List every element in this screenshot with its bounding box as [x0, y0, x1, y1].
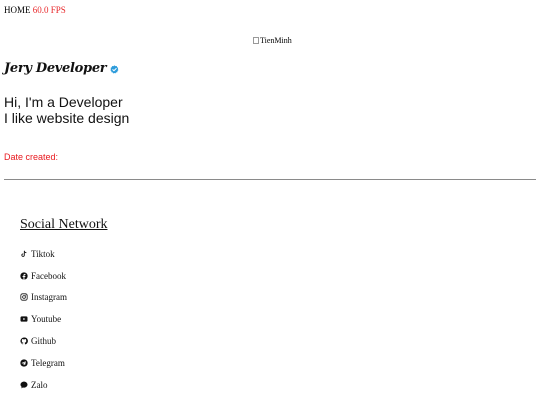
social-label: Instagram — [31, 292, 67, 303]
intro-text: Hi, I'm a Developer I like website desig… — [4, 94, 129, 126]
top-nav: HOME 60.0 FPS — [4, 5, 66, 16]
social-link-zalo[interactable]: Zalo — [20, 374, 67, 396]
social-label: Telegram — [31, 357, 65, 368]
verified-badge-icon — [110, 64, 119, 73]
social-label: Facebook — [31, 270, 66, 281]
social-link-telegram[interactable]: Telegram — [20, 352, 67, 374]
social-label: Youtube — [31, 314, 62, 325]
section-divider — [4, 179, 536, 180]
social-link-github[interactable]: Github — [20, 330, 67, 352]
social-network-title: Social Network — [20, 217, 108, 232]
telegram-icon — [20, 359, 28, 367]
date-created-label: Date created: — [4, 152, 59, 162]
social-link-facebook[interactable]: Facebook — [20, 265, 67, 287]
instagram-icon — [20, 293, 28, 302]
social-link-instagram[interactable]: Instagram — [20, 287, 67, 309]
tiktok-icon — [21, 250, 27, 257]
banner-image: TienMinh — [253, 36, 292, 46]
intro-line-1: Hi, I'm a Developer — [4, 94, 123, 110]
intro-line-2: I like website design — [4, 110, 130, 126]
youtube-icon — [20, 316, 28, 322]
social-link-youtube[interactable]: Youtube — [20, 308, 67, 330]
profile-name: Jery Developer — [4, 61, 107, 76]
home-link[interactable]: HOME — [4, 5, 31, 15]
social-label: Zalo — [31, 379, 48, 390]
facebook-icon — [20, 272, 28, 280]
banner-alt-text: TienMinh — [260, 36, 292, 45]
profile-header: Jery Developer — [4, 60, 119, 78]
social-network-list: Tiktok Facebook Instagram Youtube Github — [20, 243, 67, 396]
broken-image-icon — [253, 37, 259, 44]
social-label: Tiktok — [31, 248, 55, 259]
fps-counter: 60.0 FPS — [32, 5, 66, 15]
social-label: Github — [31, 336, 57, 347]
zalo-icon — [20, 381, 28, 389]
github-icon — [20, 337, 28, 345]
social-link-tiktok[interactable]: Tiktok — [20, 243, 67, 265]
